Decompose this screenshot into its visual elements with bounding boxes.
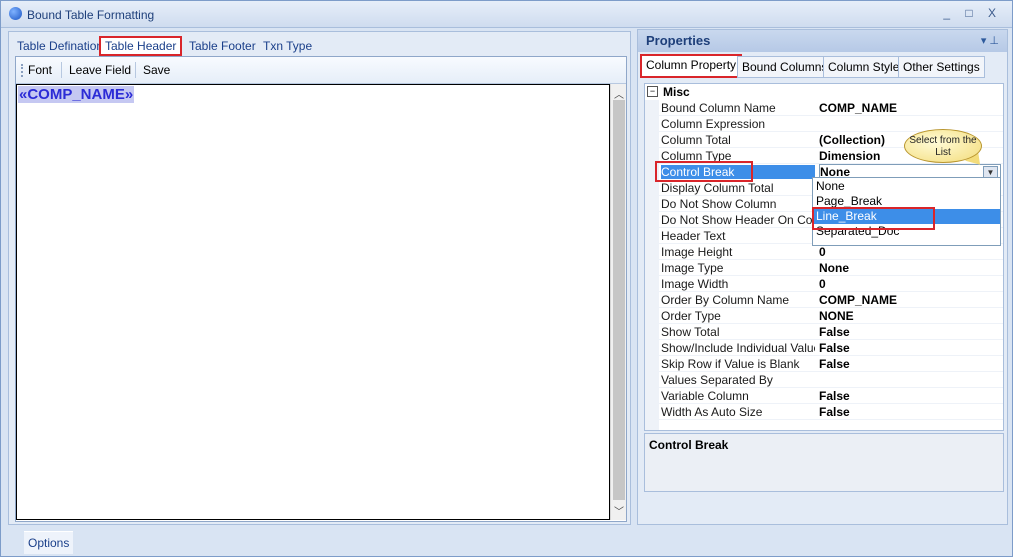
editor-area: Font Leave Field Save «COMP_NAME» ︿ ﹀	[15, 56, 627, 522]
tab-table-defination[interactable]: Table Defination	[13, 36, 107, 56]
property-row[interactable]: Show Total False	[645, 324, 1003, 340]
toolbar-separator	[61, 62, 62, 78]
property-value[interactable]: COMP_NAME	[819, 293, 1001, 307]
properties-pane: Properties ▾ ⊥ Column Property Bound Col…	[637, 29, 1008, 525]
left-pane: Table Defination Table Header Table Foot…	[8, 31, 631, 525]
property-value[interactable]: COMP_NAME	[819, 101, 1001, 115]
property-value[interactable]: False	[819, 341, 1001, 355]
category-label: Misc	[663, 85, 690, 99]
property-value[interactable]: False	[819, 389, 1001, 403]
properties-header: Properties ▾ ⊥	[638, 30, 1007, 52]
tab-table-footer[interactable]: Table Footer	[185, 36, 260, 56]
collapse-icon[interactable]: −	[647, 86, 658, 97]
tab-other-settings[interactable]: Other Settings	[898, 56, 985, 78]
window-controls[interactable]: _ □ X	[943, 6, 1002, 20]
tab-table-header[interactable]: Table Header	[99, 36, 183, 56]
window-title: Bound Table Formatting	[27, 8, 155, 22]
properties-title: Properties	[646, 33, 711, 48]
dropdown-option-separated-doc[interactable]: Separated_Doc	[813, 224, 1000, 239]
callout-bubble: Select from the List	[904, 129, 982, 163]
property-row[interactable]: Image Height 0	[645, 244, 1003, 260]
property-value[interactable]: None	[819, 261, 1001, 275]
property-name: Order By Column Name	[661, 293, 790, 307]
vertical-scrollbar[interactable]: ︿ ﹀	[610, 84, 626, 520]
category-misc[interactable]: − Misc	[645, 84, 1003, 100]
font-button[interactable]: Font	[28, 63, 52, 77]
property-value[interactable]: False	[819, 405, 1001, 419]
save-button[interactable]: Save	[143, 63, 170, 77]
property-description: Control Break	[644, 433, 1004, 492]
properties-tab-strip: Column Property Bound Columns Column Sty…	[640, 54, 1005, 78]
property-name: Order Type	[661, 309, 721, 323]
property-name: Image Width	[661, 277, 729, 291]
dropdown-option-line-break[interactable]: Line_Break	[813, 209, 1000, 224]
main-window: Bound Table Formatting _ □ X Table Defin…	[0, 0, 1013, 557]
property-name: Display Column Total	[661, 181, 774, 195]
toolbar-grip[interactable]	[21, 64, 25, 77]
property-row[interactable]: Image Width 0	[645, 276, 1003, 292]
property-name: Bound Column Name	[661, 101, 776, 115]
tab-column-style[interactable]: Column Style	[823, 56, 905, 78]
property-name: Show Total	[661, 325, 720, 339]
scroll-down-icon[interactable]: ﹀	[614, 503, 624, 518]
property-row[interactable]: Order By Column Name COMP_NAME	[645, 292, 1003, 308]
property-name: Values Separated By	[661, 373, 773, 387]
pin-icon[interactable]: ▾ ⊥	[981, 34, 999, 47]
property-name: Width As Auto Size	[661, 405, 763, 419]
tab-bound-columns[interactable]: Bound Columns	[737, 56, 833, 78]
description-title: Control Break	[649, 438, 729, 452]
property-name: Do Not Show Header On Contr	[661, 213, 815, 227]
property-name: Do Not Show Column	[661, 197, 777, 211]
property-name: Column Total	[661, 133, 731, 147]
property-value[interactable]: NONE	[819, 309, 1001, 323]
property-name: Skip Row if Value is Blank	[661, 357, 800, 371]
property-row[interactable]: Show/Include Individual Values False	[645, 340, 1003, 356]
options-button[interactable]: Options	[24, 531, 74, 554]
app-icon	[9, 7, 22, 20]
property-name: Column Type	[661, 149, 732, 163]
property-row[interactable]: Order Type NONE	[645, 308, 1003, 324]
tab-column-property[interactable]: Column Property	[640, 54, 743, 78]
property-row[interactable]: Bound Column Name COMP_NAME	[645, 100, 1003, 116]
scroll-thumb[interactable]	[613, 100, 625, 500]
field-tag[interactable]: «COMP_NAME»	[18, 86, 135, 103]
property-name: Header Text	[661, 229, 726, 243]
toolbar-separator	[135, 62, 136, 78]
property-value[interactable]: 0	[819, 277, 1001, 291]
rich-text-editor[interactable]: «COMP_NAME»	[16, 84, 610, 520]
property-row[interactable]: Skip Row if Value is Blank False	[645, 356, 1003, 372]
property-name: Image Height	[661, 245, 733, 259]
dropdown-option-page-break[interactable]: Page_Break	[813, 194, 1000, 209]
editor-toolbar: Font Leave Field Save	[16, 57, 626, 84]
dropdown-option-none[interactable]: None	[813, 179, 1000, 194]
property-value[interactable]: False	[819, 325, 1001, 339]
bottom-bar: Options	[8, 527, 1007, 554]
tab-txn-type[interactable]: Txn Type	[259, 36, 316, 56]
title-bar: Bound Table Formatting _ □ X	[1, 1, 1012, 28]
property-row[interactable]: Width As Auto Size False	[645, 404, 1003, 420]
property-row[interactable]: Variable Column False	[645, 388, 1003, 404]
scroll-up-icon[interactable]: ︿	[614, 86, 624, 101]
control-break-dropdown-list[interactable]: None Page_Break Line_Break Separated_Doc	[812, 177, 1001, 246]
leave-field-button[interactable]: Leave Field	[69, 63, 131, 77]
property-row[interactable]: Values Separated By	[645, 372, 1003, 388]
property-name: Control Break	[661, 165, 815, 179]
property-name: Show/Include Individual Values	[661, 341, 815, 355]
property-value[interactable]: False	[819, 357, 1001, 371]
property-name: Column Expression	[661, 117, 766, 131]
property-row[interactable]: Image Type None	[645, 260, 1003, 276]
property-name: Variable Column	[661, 389, 749, 403]
property-name: Image Type	[661, 261, 724, 275]
property-value[interactable]: 0	[819, 245, 1001, 259]
